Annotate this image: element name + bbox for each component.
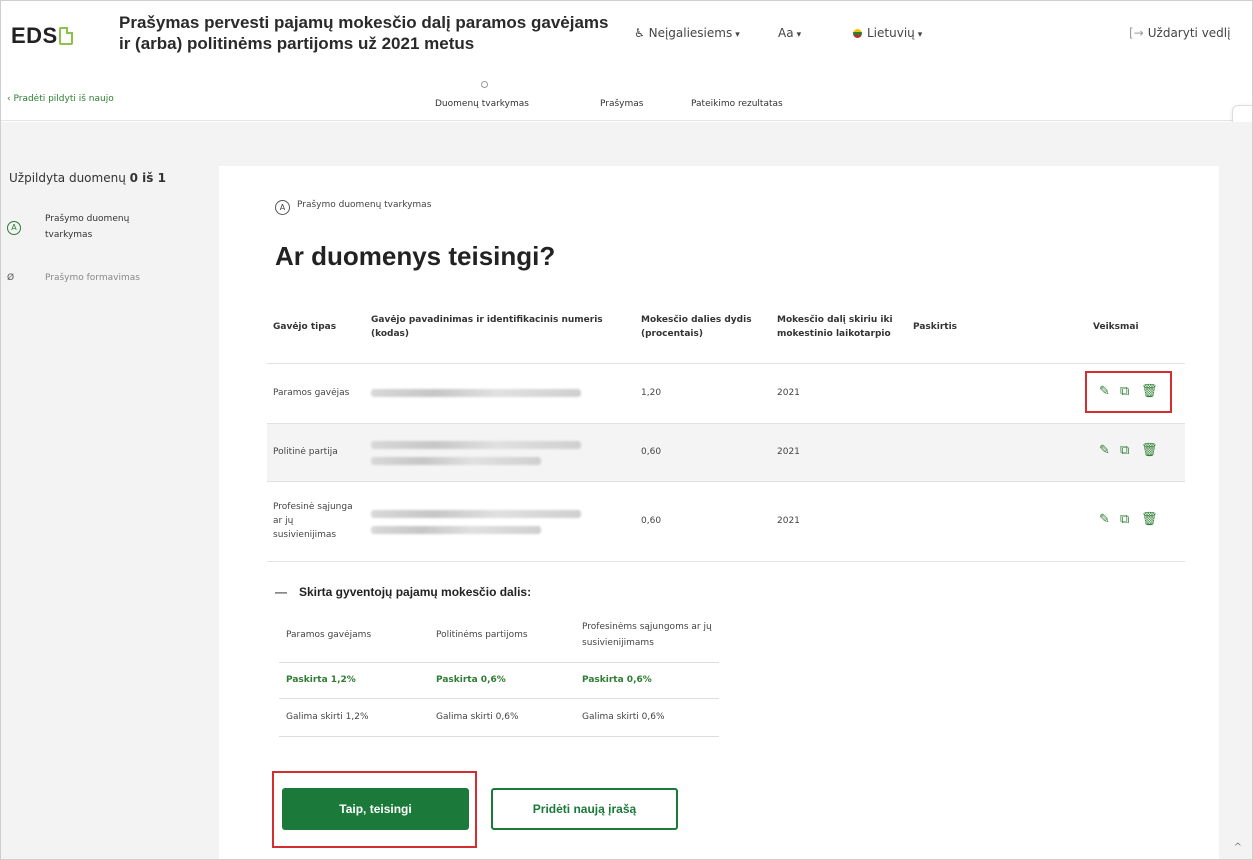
purpose [907,363,1087,424]
collapse-icon: — [275,585,287,599]
recipients-table: Gavėjo tipas Gavėjo pavadinimas ir ident… [267,291,1185,562]
main-card: A Prašymo duomenų tvarkymas Ar duomenys t… [219,166,1219,859]
font-size-menu[interactable]: Aa ▾ [778,26,801,40]
column-header: Politinėms partijoms [429,608,575,663]
eds-logo[interactable]: EDS [11,23,73,49]
trash-icon[interactable]: 🗑 [1141,512,1158,528]
table-row: Paramos gavėjas 1,20 2021 ✎ ⧉ 🗑 [267,363,1185,424]
recipient-type: Politinė partija [267,423,365,482]
recipient-name-redacted [365,481,635,562]
confirm-button[interactable]: Taip, teisingi [282,788,469,830]
header: EDS Prašymas pervesti pajamų mokesčio da… [1,1,1252,76]
table-row: Paskirta 1,2% Paskirta 0,6% Paskirta 0,6… [279,662,719,699]
available-value: Galima skirti 0,6% [429,698,575,737]
disabled-step-icon: Ø [7,273,15,283]
exit-icon: [→ [1129,26,1144,40]
allocation-toggle[interactable]: — Skirta gyventojų pajamų mokesčio dalis: [275,585,531,599]
assigned-value: Paskirta 0,6% [575,662,719,699]
column-header: Veiksmai [1087,291,1185,364]
step-result[interactable]: Pateikimo rezultatas [691,99,783,109]
step-data-management[interactable]: Duomenų tvarkymas [435,99,529,109]
page-title: Prašymas pervesti pajamų mokesčio dalį p… [119,12,639,54]
chevron-down-icon: ▾ [796,30,802,40]
column-header: Mokesčio dalies dydis (procentais) [635,291,771,364]
recipient-type: Paramos gavėjas [267,363,365,424]
tax-share-percent: 0,60 [635,481,771,562]
wheelchair-icon: ♿ [634,26,645,40]
close-wizard-link[interactable]: [→ Uždaryti vedlį [1129,26,1230,40]
step-indicator [481,81,488,88]
trash-icon[interactable]: 🗑 [1141,443,1158,459]
period-year: 2021 [771,363,907,424]
column-header: Paramos gavėjams [279,608,429,663]
actions-highlight-box [1085,371,1172,413]
language-menu[interactable]: Lietuvių ▾ [853,26,922,40]
scroll-up-icon[interactable]: ^ [1234,842,1242,853]
available-value: Galima skirti 0,6% [575,698,719,737]
app-window: EDS Prašymas pervesti pajamų mokesčio da… [0,0,1253,860]
step-a-icon: A [7,221,21,235]
page-title-line-1: Prašymas pervesti pajamų mokesčio dalį p… [119,13,609,32]
column-header: Gavėjo pavadinimas ir identifikacinis nu… [365,291,635,364]
table-row: Politinė partija 0,60 2021 ✎ ⧉ 🗑 [267,423,1185,482]
pencil-icon[interactable]: ✎ [1099,443,1110,459]
chevron-down-icon: ▾ [917,30,923,40]
sidebar-item-label: Prašymo duomenų tvarkymas [45,214,130,240]
row-actions: ✎ ⧉ 🗑 [1087,423,1185,482]
table-header-row: Gavėjo tipas Gavėjo pavadinimas ir ident… [267,291,1185,364]
step-request[interactable]: Prašymas [600,99,643,109]
table-row: Galima skirti 1,2% Galima skirti 0,6% Ga… [279,698,719,737]
recipient-type: Profesinė sąjunga ar jų susivienijimas [267,481,365,562]
purpose [907,423,1087,482]
assigned-value: Paskirta 0,6% [429,662,575,699]
add-record-button[interactable]: Pridėti naują įrašą [491,788,678,830]
sidebar-item-label: Prašymo formavimas [45,273,140,283]
table-header-row: Paramos gavėjams Politinėms partijoms Pr… [279,608,719,663]
column-header: Paskirtis [907,291,1087,364]
assigned-value: Paskirta 1,2% [279,662,429,699]
copy-icon[interactable]: ⧉ [1120,512,1129,528]
accessibility-menu[interactable]: ♿ Neįgaliesiems ▾ [634,26,740,40]
section-breadcrumb: A Prašymo duomenų tvarkymas [275,200,431,215]
column-header: Profesinėms sąjungoms ar jų susivienijim… [575,608,719,663]
period-year: 2021 [771,423,907,482]
column-header: Gavėjo tipas [267,291,365,364]
available-value: Galima skirti 1,2% [279,698,429,737]
restart-link[interactable]: ‹ Pradėti pildyti iš naujo [7,94,114,104]
chevron-down-icon: ▾ [735,30,740,40]
table-row: Profesinė sąjunga ar jų susivienijimas 0… [267,481,1185,562]
progress-summary: Užpildyta duomenų 0 iš 1 [9,171,166,185]
row-actions: ✎ ⧉ 🗑 [1087,481,1185,562]
column-header: Mokesčio dalį skiriu iki mokestinio laik… [771,291,907,364]
tax-share-percent: 0,60 [635,423,771,482]
document-icon [58,27,73,45]
step-a-icon: A [275,200,290,215]
period-year: 2021 [771,481,907,562]
page-heading: Ar duomenys teisingi? [275,241,556,271]
lithuania-flag-icon [853,29,862,38]
steps-bar: ‹ Pradėti pildyti iš naujo Duomenų tvark… [1,76,1252,121]
tax-share-percent: 1,20 [635,363,771,424]
pencil-icon[interactable]: ✎ [1099,512,1110,528]
purpose [907,481,1087,562]
recipient-name-redacted [365,423,635,482]
recipient-name-redacted [365,363,635,424]
copy-icon[interactable]: ⧉ [1120,443,1129,459]
page-title-line-2: ir (arba) politinėms partijoms už 2021 m… [119,34,475,53]
allocation-table: Paramos gavėjams Politinėms partijoms Pr… [279,608,719,737]
